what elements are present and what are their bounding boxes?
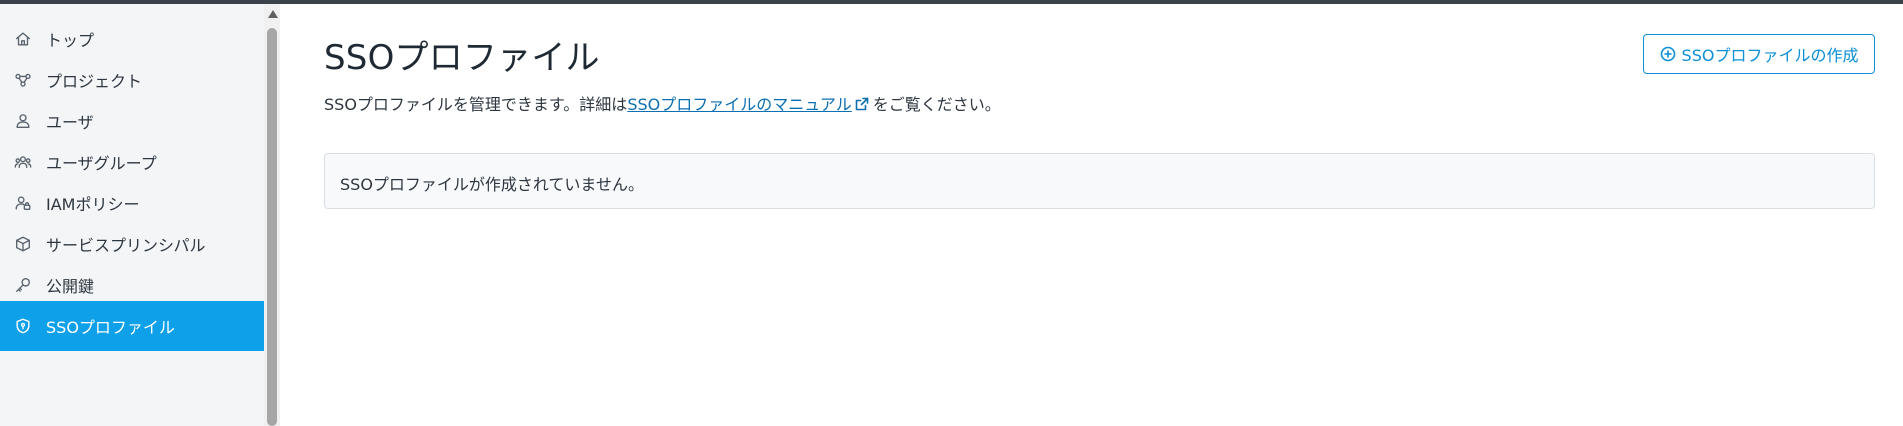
shield-icon	[13, 316, 33, 336]
sidebar-item-label: サービスプリンシパル	[46, 236, 206, 255]
main-content: SSOプロファイル SSOプロファイルの作成 SSOプロファイルを管理できます。…	[280, 4, 1903, 426]
sidebar-item-label: プロジェクト	[46, 72, 143, 91]
empty-state-message: SSOプロファイルが作成されていません。	[340, 175, 644, 194]
project-nodes-icon	[13, 70, 33, 90]
key-icon	[13, 275, 33, 295]
sidebar-item-label: SSOプロファイル	[46, 318, 175, 337]
page-title: SSOプロファイル	[324, 38, 600, 78]
page-description: SSOプロファイルを管理できます。詳細はSSOプロファイルのマニュアル をご覧くだ…	[324, 91, 1001, 115]
scroll-thumb[interactable]	[267, 28, 277, 426]
manual-link[interactable]: SSOプロファイルのマニュアル	[627, 95, 851, 114]
sidebar-item-sso-profiles[interactable]: SSOプロファイル	[0, 301, 264, 351]
user-icon	[13, 111, 33, 131]
sidebar-item-label: トップ	[46, 31, 95, 50]
sidebar-scrollbar[interactable]	[264, 4, 280, 426]
cube-icon	[13, 234, 33, 254]
create-button-label: SSOプロファイルの作成	[1681, 46, 1859, 65]
sidebar-item-label: ユーザ	[46, 113, 94, 132]
description-prefix: SSOプロファイルを管理できます。詳細は	[324, 95, 628, 114]
external-link-icon	[855, 96, 869, 111]
sidebar-item-label: IAMポリシー	[46, 195, 140, 214]
scroll-up-arrow-icon[interactable]	[268, 10, 278, 18]
empty-state-box: SSOプロファイルが作成されていません。	[324, 153, 1875, 209]
plus-circle-icon	[1660, 46, 1676, 62]
user-group-icon	[13, 152, 33, 172]
user-policy-icon	[13, 193, 33, 213]
sidebar-item-label: 公開鍵	[46, 277, 95, 296]
sidebar: トップ プロジェクト ユーザ ユーザグループ IAMポリシー サービスプリンシパ…	[0, 4, 264, 426]
create-sso-profile-button[interactable]: SSOプロファイルの作成	[1643, 34, 1875, 74]
sidebar-item-label: ユーザグループ	[46, 154, 157, 173]
description-suffix: をご覧ください。	[872, 95, 1001, 114]
home-icon	[13, 29, 33, 49]
